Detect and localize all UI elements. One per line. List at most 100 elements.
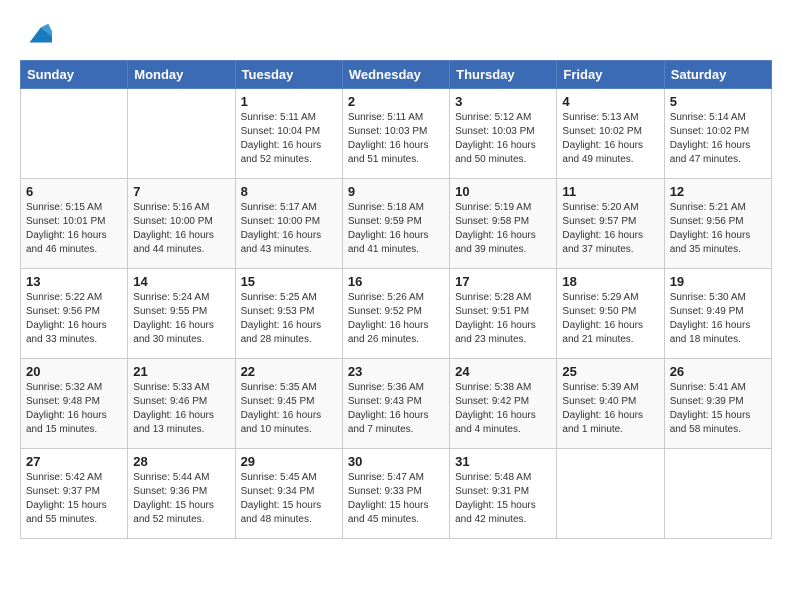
day-info: Sunrise: 5:30 AM Sunset: 9:49 PM Dayligh… [670,291,766,347]
day-info: Sunrise: 5:42 AM Sunset: 9:37 PM Dayligh… [26,471,122,527]
calendar-week-row: 20 Sunrise: 5:32 AM Sunset: 9:48 PM Dayli… [21,359,772,449]
day-number: 7 [133,184,229,199]
weekday-header: Sunday [21,61,128,89]
weekday-header: Thursday [450,61,557,89]
calendar-cell: 2Sunrise: 5:11 AM Sunset: 10:03 PM Dayli… [342,89,449,179]
day-number: 24 [455,364,551,379]
day-info: Sunrise: 5:15 AM Sunset: 10:01 PM Daylig… [26,201,122,257]
day-number: 12 [670,184,766,199]
day-info: Sunrise: 5:16 AM Sunset: 10:00 PM Daylig… [133,201,229,257]
calendar-cell: 24 Sunrise: 5:38 AM Sunset: 9:42 PM Dayli… [450,359,557,449]
calendar-cell: 27 Sunrise: 5:42 AM Sunset: 9:37 PM Dayli… [21,449,128,539]
calendar-week-row: 1 Sunrise: 5:11 AM Sunset: 10:04 PM Dayli… [21,89,772,179]
calendar-cell: 4 Sunrise: 5:13 AM Sunset: 10:02 PM Dayli… [557,89,664,179]
logo-icon [22,20,52,50]
calendar-cell: 6 Sunrise: 5:15 AM Sunset: 10:01 PM Dayli… [21,179,128,269]
day-info: Sunrise: 5:25 AM Sunset: 9:53 PM Dayligh… [241,291,337,347]
day-info: Sunrise: 5:36 AM Sunset: 9:43 PM Dayligh… [348,381,444,437]
calendar-header-row: SundayMondayTuesdayWednesdayThursdayFrid… [21,61,772,89]
day-info: Sunrise: 5:29 AM Sunset: 9:50 PM Dayligh… [562,291,658,347]
day-info: Sunrise: 5:41 AM Sunset: 9:39 PM Dayligh… [670,381,766,437]
day-info: Sunrise: 5:18 AM Sunset: 9:59 PM Dayligh… [348,201,444,257]
calendar-cell: 23 Sunrise: 5:36 AM Sunset: 9:43 PM Dayli… [342,359,449,449]
weekday-header: Friday [557,61,664,89]
calendar-cell: 5Sunrise: 5:14 AM Sunset: 10:02 PM Dayli… [664,89,771,179]
day-number: 13 [26,274,122,289]
day-info: Sunrise: 5:32 AM Sunset: 9:48 PM Dayligh… [26,381,122,437]
calendar-cell: 7 Sunrise: 5:16 AM Sunset: 10:00 PM Dayli… [128,179,235,269]
calendar-cell: 1 Sunrise: 5:11 AM Sunset: 10:04 PM Dayli… [235,89,342,179]
calendar-cell: 18 Sunrise: 5:29 AM Sunset: 9:50 PM Dayli… [557,269,664,359]
day-number: 23 [348,364,444,379]
day-number: 11 [562,184,658,199]
day-info: Sunrise: 5:35 AM Sunset: 9:45 PM Dayligh… [241,381,337,437]
calendar-cell: 29 Sunrise: 5:45 AM Sunset: 9:34 PM Dayli… [235,449,342,539]
day-info: Sunrise: 5:47 AM Sunset: 9:33 PM Dayligh… [348,471,444,527]
day-number: 27 [26,454,122,469]
calendar-cell: 30 Sunrise: 5:47 AM Sunset: 9:33 PM Dayli… [342,449,449,539]
calendar-cell: 11 Sunrise: 5:20 AM Sunset: 9:57 PM Dayli… [557,179,664,269]
day-info: Sunrise: 5:13 AM Sunset: 10:02 PM Daylig… [562,111,658,167]
day-info: Sunrise: 5:28 AM Sunset: 9:51 PM Dayligh… [455,291,551,347]
day-number: 15 [241,274,337,289]
day-number: 29 [241,454,337,469]
calendar-cell: 8Sunrise: 5:17 AM Sunset: 10:00 PM Dayli… [235,179,342,269]
day-info: Sunrise: 5:21 AM Sunset: 9:56 PM Dayligh… [670,201,766,257]
day-info: Sunrise: 5:20 AM Sunset: 9:57 PM Dayligh… [562,201,658,257]
calendar-cell: 12 Sunrise: 5:21 AM Sunset: 9:56 PM Dayli… [664,179,771,269]
calendar-cell: 15 Sunrise: 5:25 AM Sunset: 9:53 PM Dayli… [235,269,342,359]
day-number: 4 [562,94,658,109]
day-number: 20 [26,364,122,379]
day-number: 14 [133,274,229,289]
day-info: Sunrise: 5:39 AM Sunset: 9:40 PM Dayligh… [562,381,658,437]
calendar-week-row: 13 Sunrise: 5:22 AM Sunset: 9:56 PM Dayli… [21,269,772,359]
calendar-cell: 22Sunrise: 5:35 AM Sunset: 9:45 PM Dayli… [235,359,342,449]
weekday-header: Monday [128,61,235,89]
calendar-cell: 17 Sunrise: 5:28 AM Sunset: 9:51 PM Dayli… [450,269,557,359]
day-number: 16 [348,274,444,289]
day-info: Sunrise: 5:33 AM Sunset: 9:46 PM Dayligh… [133,381,229,437]
calendar-cell: 26 Sunrise: 5:41 AM Sunset: 9:39 PM Dayli… [664,359,771,449]
calendar-cell: 10 Sunrise: 5:19 AM Sunset: 9:58 PM Dayli… [450,179,557,269]
day-number: 6 [26,184,122,199]
day-info: Sunrise: 5:26 AM Sunset: 9:52 PM Dayligh… [348,291,444,347]
calendar-cell [557,449,664,539]
calendar-cell: 31Sunrise: 5:48 AM Sunset: 9:31 PM Dayli… [450,449,557,539]
day-number: 25 [562,364,658,379]
weekday-header: Wednesday [342,61,449,89]
calendar-cell: 20 Sunrise: 5:32 AM Sunset: 9:48 PM Dayli… [21,359,128,449]
weekday-header: Saturday [664,61,771,89]
day-number: 17 [455,274,551,289]
day-number: 18 [562,274,658,289]
calendar-cell [128,89,235,179]
day-number: 1 [241,94,337,109]
calendar-cell: 14 Sunrise: 5:24 AM Sunset: 9:55 PM Dayli… [128,269,235,359]
calendar-cell: 19 Sunrise: 5:30 AM Sunset: 9:49 PM Dayli… [664,269,771,359]
day-info: Sunrise: 5:17 AM Sunset: 10:00 PM Daylig… [241,201,337,257]
day-number: 3 [455,94,551,109]
logo [20,20,52,50]
day-info: Sunrise: 5:19 AM Sunset: 9:58 PM Dayligh… [455,201,551,257]
calendar-cell: 3 Sunrise: 5:12 AM Sunset: 10:03 PM Dayli… [450,89,557,179]
calendar-cell: 21Sunrise: 5:33 AM Sunset: 9:46 PM Dayli… [128,359,235,449]
day-info: Sunrise: 5:22 AM Sunset: 9:56 PM Dayligh… [26,291,122,347]
day-info: Sunrise: 5:38 AM Sunset: 9:42 PM Dayligh… [455,381,551,437]
day-number: 26 [670,364,766,379]
day-info: Sunrise: 5:12 AM Sunset: 10:03 PM Daylig… [455,111,551,167]
day-number: 19 [670,274,766,289]
day-info: Sunrise: 5:11 AM Sunset: 10:04 PM Daylig… [241,111,337,167]
calendar-cell [664,449,771,539]
calendar-table: SundayMondayTuesdayWednesdayThursdayFrid… [20,60,772,539]
calendar-cell [21,89,128,179]
calendar-cell: 13 Sunrise: 5:22 AM Sunset: 9:56 PM Dayli… [21,269,128,359]
day-number: 10 [455,184,551,199]
calendar-cell: 9Sunrise: 5:18 AM Sunset: 9:59 PM Daylig… [342,179,449,269]
day-number: 30 [348,454,444,469]
day-info: Sunrise: 5:45 AM Sunset: 9:34 PM Dayligh… [241,471,337,527]
day-info: Sunrise: 5:11 AM Sunset: 10:03 PM Daylig… [348,111,444,167]
calendar-cell: 25 Sunrise: 5:39 AM Sunset: 9:40 PM Dayli… [557,359,664,449]
calendar-cell: 16 Sunrise: 5:26 AM Sunset: 9:52 PM Dayli… [342,269,449,359]
day-number: 28 [133,454,229,469]
day-info: Sunrise: 5:24 AM Sunset: 9:55 PM Dayligh… [133,291,229,347]
weekday-header: Tuesday [235,61,342,89]
